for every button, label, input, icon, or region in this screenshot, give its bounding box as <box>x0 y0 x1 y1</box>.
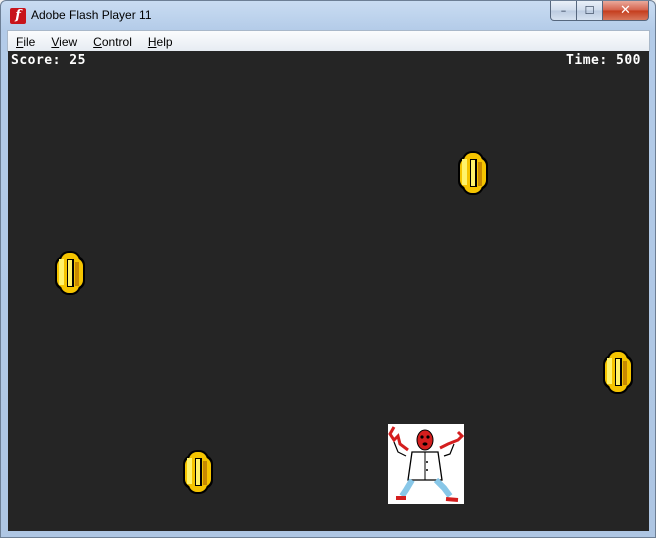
score-display: Score: 25 <box>11 53 86 68</box>
coin[interactable] <box>53 250 87 296</box>
menu-bar: File View Control Help <box>7 30 650 52</box>
time-display: Time: 500 <box>566 53 641 68</box>
menu-view[interactable]: View <box>43 35 85 49</box>
title-bar[interactable]: f Adobe Flash Player 11 – ☐ ✕ <box>1 1 655 29</box>
menu-file[interactable]: File <box>8 35 43 49</box>
menu-help[interactable]: Help <box>140 35 181 49</box>
coin[interactable] <box>181 449 215 495</box>
minimize-button[interactable]: – <box>550 1 577 21</box>
player-character[interactable] <box>388 424 464 504</box>
close-button[interactable]: ✕ <box>603 1 649 21</box>
maximize-button[interactable]: ☐ <box>577 1 603 21</box>
flash-player-icon[interactable]: f <box>10 8 26 24</box>
window-controls: – ☐ ✕ <box>550 1 649 21</box>
coin[interactable] <box>456 150 490 196</box>
coin[interactable] <box>601 349 635 395</box>
app-window: f Adobe Flash Player 11 – ☐ ✕ File View … <box>0 0 656 538</box>
game-stage[interactable]: Score: 25 Time: 500 <box>8 51 649 531</box>
window-title: Adobe Flash Player 11 <box>31 8 152 22</box>
menu-control[interactable]: Control <box>85 35 140 49</box>
